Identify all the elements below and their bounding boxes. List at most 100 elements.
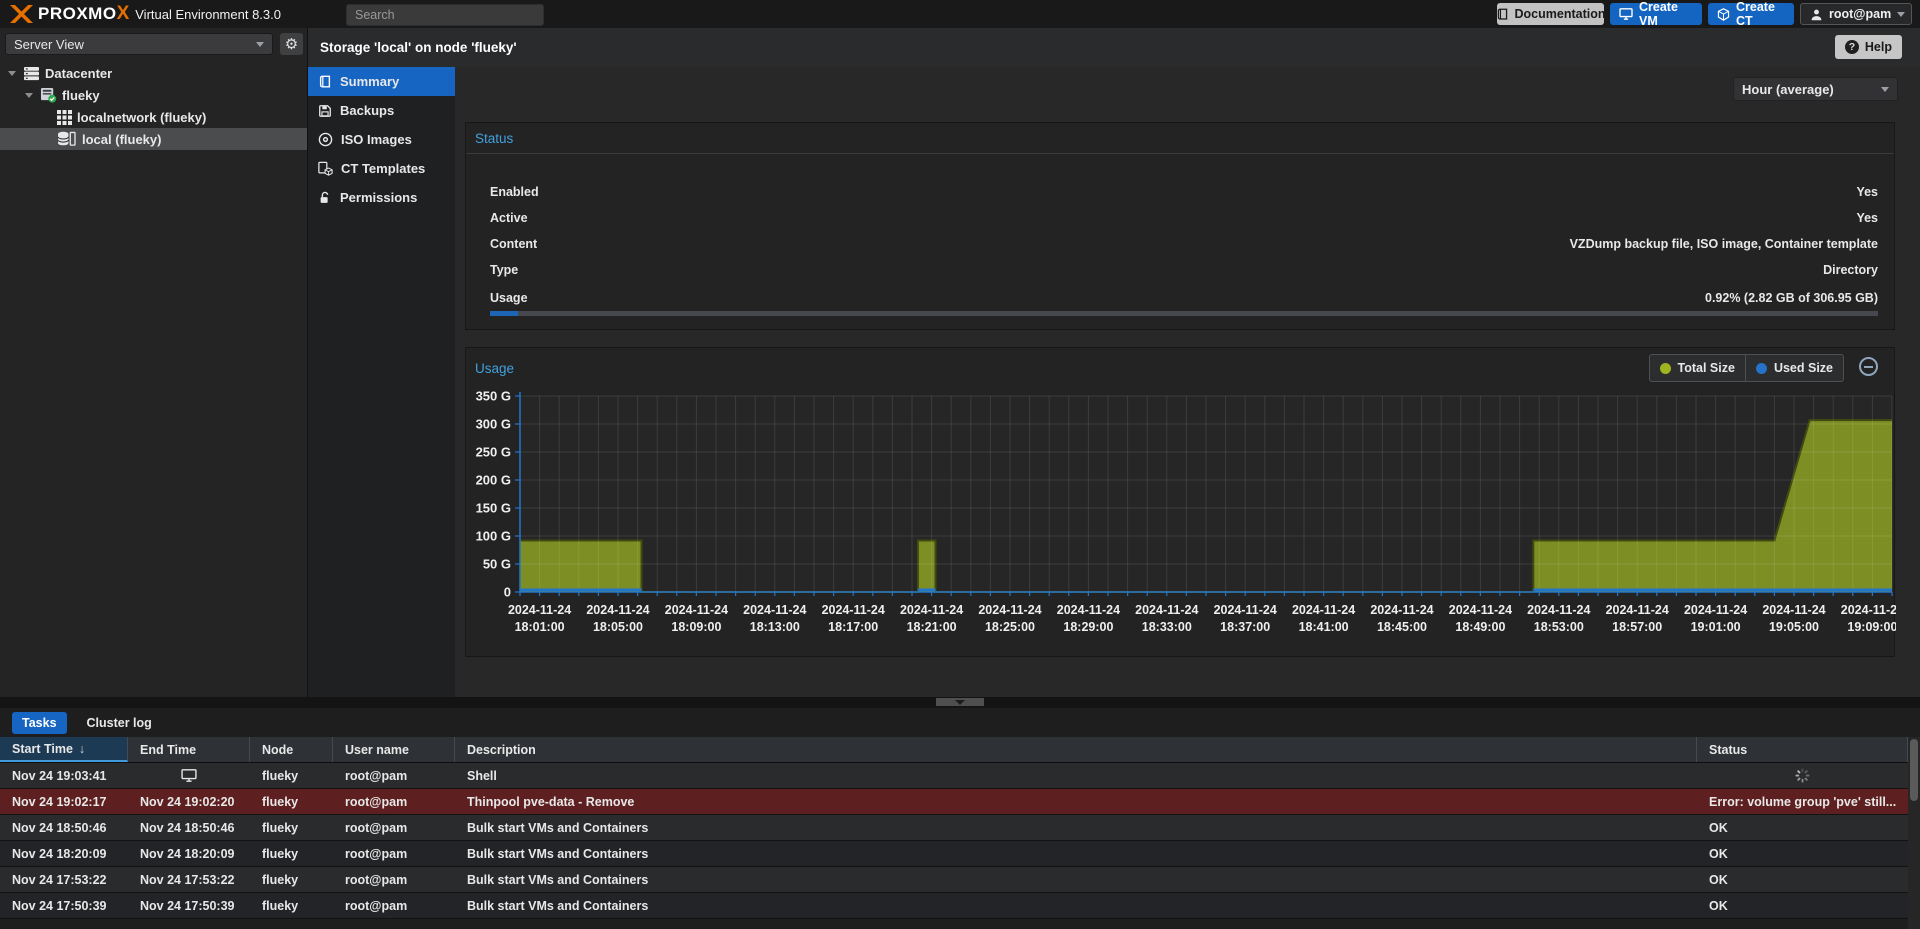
tasks-panel: Tasks Cluster log Start Time↓ End Time Node…	[0, 708, 1920, 929]
status-row-label: Active	[490, 211, 528, 225]
x-tick-label: 2024-11-2418:17:00	[822, 603, 885, 634]
timeframe-selector[interactable]: Hour (average)	[1733, 77, 1898, 101]
x-tick-label: 2024-11-2418:25:00	[978, 603, 1041, 634]
table-row[interactable]: Nov 24 18:50:46Nov 24 18:50:46fluekyroot…	[0, 815, 1908, 841]
cell-status: OK	[1697, 815, 1908, 840]
cell-text: root@pam	[345, 847, 407, 861]
cell-status: Error: volume group 'pve' still...	[1697, 789, 1908, 814]
column-header-description[interactable]: Description	[455, 737, 1697, 762]
menu-item-permissions[interactable]: Permissions	[308, 183, 455, 212]
cell-description: Shell	[455, 763, 1697, 788]
cell-node: flueky	[250, 815, 333, 840]
table-row[interactable]: Nov 24 19:02:17Nov 24 19:02:20fluekyroot…	[0, 789, 1908, 815]
legend-label: Total Size	[1678, 361, 1735, 375]
lock-icon	[318, 191, 332, 205]
search-input[interactable]	[346, 4, 544, 26]
cell-text: root@pam	[345, 795, 407, 809]
x-tick-label: 2024-11-2418:09:00	[665, 603, 728, 634]
storage-icon	[57, 131, 77, 147]
cell-end-time: Nov 24 17:50:39	[128, 893, 250, 918]
cell-text: root@pam	[345, 769, 407, 783]
page-title: Storage 'local' on node 'flueky'	[320, 40, 517, 55]
view-selector[interactable]: Server View	[5, 33, 273, 55]
usage-label: Usage	[490, 291, 528, 305]
tree-item-localnetwork[interactable]: localnetwork (flueky)	[0, 106, 307, 128]
cell-user-name: root@pam	[333, 815, 455, 840]
book-icon	[1496, 8, 1509, 21]
legend-used-size[interactable]: Used Size	[1745, 355, 1843, 381]
menu-item-backups[interactable]: Backups	[308, 96, 455, 125]
cell-text: Nov 24 17:53:22	[12, 873, 107, 887]
sort-desc-icon: ↓	[79, 742, 85, 756]
status-row-label: Enabled	[490, 185, 539, 199]
tree-item-label: localnetwork (flueky)	[77, 110, 206, 125]
column-header-label: End Time	[140, 743, 196, 757]
cell-text: Nov 24 18:20:09	[12, 847, 107, 861]
cell-description: Bulk start VMs and Containers	[455, 893, 1697, 918]
cell-start-time: Nov 24 18:20:09	[0, 841, 128, 866]
tree-item-label: Datacenter	[45, 66, 112, 81]
column-header-start-time[interactable]: Start Time↓	[0, 737, 128, 762]
status-panel: Status EnabledYesActiveYesContentVZDump …	[465, 122, 1895, 330]
cell-text: Bulk start VMs and Containers	[467, 821, 648, 835]
create-ct-button[interactable]: Create CT	[1708, 3, 1794, 25]
book-icon	[318, 75, 332, 89]
cell-text: Bulk start VMs and Containers	[467, 873, 648, 887]
menu-item-label: Permissions	[340, 190, 417, 205]
x-tick-label: 2024-11-2418:21:00	[900, 603, 963, 634]
tree-item-local[interactable]: local (flueky)	[0, 128, 307, 150]
gear-icon[interactable]: ⚙	[280, 33, 303, 55]
cell-node: flueky	[250, 763, 333, 788]
menu-item-ct-templates[interactable]: CT Templates	[308, 154, 455, 183]
cell-status	[1697, 763, 1908, 788]
menu-item-iso-images[interactable]: ISO Images	[308, 125, 455, 154]
usage-value: 0.92% (2.82 GB of 306.95 GB)	[1705, 291, 1878, 305]
view-selector-label: Server View	[14, 37, 84, 52]
tasks-scrollbar-thumb[interactable]	[1910, 739, 1918, 801]
cell-status: OK	[1697, 893, 1908, 918]
cell-status: OK	[1697, 867, 1908, 892]
cell-user-name: root@pam	[333, 867, 455, 892]
menu-item-summary[interactable]: Summary	[308, 67, 455, 96]
resource-tree: Datacenter flueky localnetwork (flueky) loc…	[0, 62, 307, 150]
chevron-down-icon	[1881, 87, 1889, 92]
cell-text: Nov 24 18:50:46	[12, 821, 107, 835]
splitter-grip[interactable]	[936, 698, 984, 706]
table-row[interactable]: Nov 24 17:53:22Nov 24 17:53:22fluekyroot…	[0, 867, 1908, 893]
status-row-label: Content	[490, 237, 537, 251]
table-row[interactable]: Nov 24 18:20:09Nov 24 18:20:09fluekyroot…	[0, 841, 1908, 867]
table-row[interactable]: Nov 24 19:03:41fluekyroot@pamShell	[0, 763, 1908, 789]
table-row[interactable]: Nov 24 17:50:39Nov 24 17:50:39fluekyroot…	[0, 893, 1908, 919]
tree-expander-icon[interactable]	[23, 93, 35, 98]
status-row-value: Directory	[1823, 263, 1878, 277]
tree-item-label: local (flueky)	[82, 132, 161, 147]
create-vm-button[interactable]: Create VM	[1610, 3, 1702, 25]
column-header-end-time[interactable]: End Time	[128, 737, 250, 762]
tab-tasks[interactable]: Tasks	[12, 712, 67, 734]
tab-cluster-log[interactable]: Cluster log	[77, 712, 162, 734]
collapse-panel-icon[interactable]	[1859, 357, 1878, 376]
cell-description: Bulk start VMs and Containers	[455, 815, 1697, 840]
x-tick-label: 2024-11-2418:05:00	[586, 603, 649, 634]
tree-expander-icon[interactable]	[6, 71, 18, 76]
menu-item-label: ISO Images	[341, 132, 412, 147]
y-tick-label: 350 G	[476, 389, 511, 404]
documentation-button[interactable]: Documentation	[1497, 3, 1604, 25]
spinner-icon	[1795, 768, 1810, 783]
column-header-node[interactable]: Node	[250, 737, 333, 762]
legend-total-size[interactable]: Total Size	[1650, 355, 1745, 381]
tree-item-Datacenter[interactable]: Datacenter	[0, 62, 307, 84]
tree-item-flueky[interactable]: flueky	[0, 84, 307, 106]
cell-text: Bulk start VMs and Containers	[467, 899, 648, 913]
menu-item-label: CT Templates	[341, 161, 425, 176]
column-header-status[interactable]: Status	[1697, 737, 1908, 762]
help-button[interactable]: ? Help	[1835, 35, 1902, 59]
tasks-scrollbar	[1908, 737, 1920, 929]
help-icon: ?	[1845, 40, 1859, 54]
user-menu-button[interactable]: root@pam	[1800, 3, 1912, 25]
legend-dot-icon	[1660, 363, 1671, 374]
x-tick-label: 2024-11-2418:01:00	[508, 603, 571, 634]
x-tick-label: 2024-11-2418:37:00	[1214, 603, 1277, 634]
column-header-user-name[interactable]: User name	[333, 737, 455, 762]
proxmox-app: PROXMO X Virtual Environment 8.3.0 Docum…	[0, 0, 1920, 929]
